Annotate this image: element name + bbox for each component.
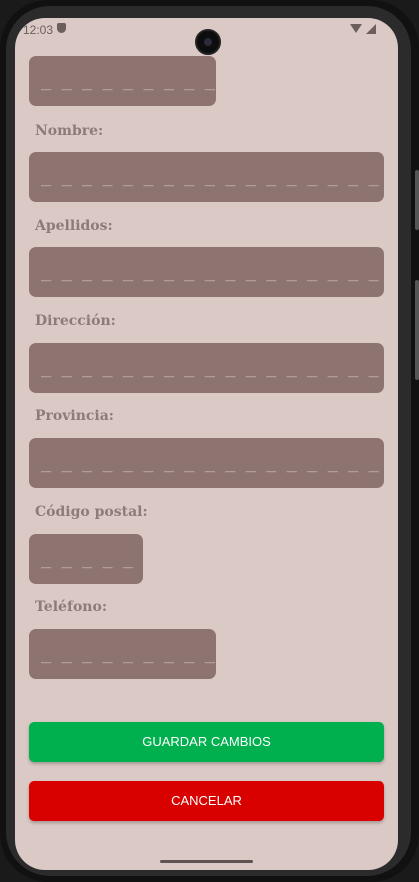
provincia-label: Provincia: xyxy=(35,408,114,424)
top-field[interactable]: _ _ _ _ _ _ _ _ _ xyxy=(29,56,216,106)
provincia-field[interactable]: _ _ _ _ _ _ _ _ _ _ _ _ _ _ _ _ _ _ _ _ xyxy=(29,438,384,488)
apellidos-field[interactable]: _ _ _ _ _ _ _ _ _ _ _ _ _ _ _ _ _ _ _ _ xyxy=(29,247,384,297)
save-button[interactable]: GUARDAR CAMBIOS xyxy=(29,722,384,762)
power-button xyxy=(415,280,419,380)
telefono-label: Teléfono: xyxy=(35,599,107,615)
cancel-button[interactable]: CANCELAR xyxy=(29,781,384,821)
nombre-field[interactable]: _ _ _ _ _ _ _ _ _ _ _ _ _ _ _ _ _ _ _ _ xyxy=(29,152,384,202)
nombre-label: Nombre: xyxy=(35,123,104,139)
device-frame: 12:03 _ _ _ _ _ _ _ _ _ Nombre: _ _ _ _ … xyxy=(0,0,419,882)
apellidos-label: Apellidos: xyxy=(35,218,113,234)
front-camera xyxy=(195,29,221,55)
codigo-postal-label: Código postal: xyxy=(35,504,148,520)
signal-icon xyxy=(366,24,376,34)
direccion-field[interactable]: _ _ _ _ _ _ _ _ _ _ _ _ _ _ _ _ _ _ _ _ xyxy=(29,343,384,393)
telefono-field[interactable]: _ _ _ _ _ _ _ _ _ xyxy=(29,629,216,679)
shield-icon xyxy=(57,23,66,33)
app-screen: 12:03 _ _ _ _ _ _ _ _ _ Nombre: _ _ _ _ … xyxy=(15,18,398,870)
home-indicator[interactable] xyxy=(160,860,253,863)
direccion-label: Dirección: xyxy=(35,313,116,329)
wifi-icon xyxy=(350,24,362,33)
codigo-postal-field[interactable]: _ _ _ _ _ xyxy=(29,534,143,584)
volume-button xyxy=(415,170,419,230)
status-time: 12:03 xyxy=(23,23,54,37)
